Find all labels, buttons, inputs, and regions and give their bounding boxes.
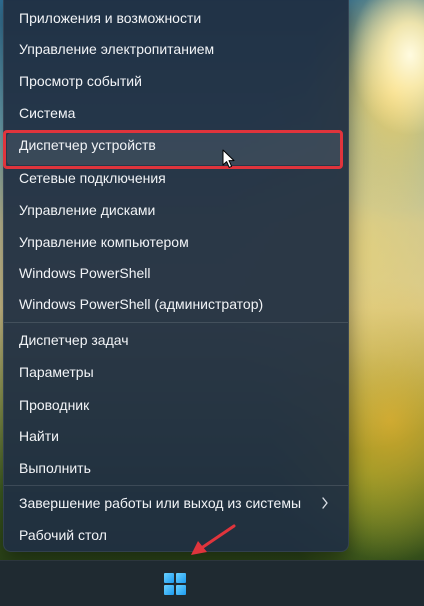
menu-item-label: Система bbox=[19, 105, 76, 121]
menu-item-label: Приложения и возможности bbox=[19, 10, 202, 26]
menu-item-settings[interactable]: Параметры bbox=[4, 357, 348, 387]
menu-item-run[interactable]: Выполнить bbox=[4, 453, 348, 483]
menu-item-apps-and-features[interactable]: Приложения и возможности bbox=[4, 3, 348, 33]
menu-item-task-manager[interactable]: Диспетчер задач bbox=[4, 325, 348, 355]
quick-link-menu: Приложения и возможности Управление элек… bbox=[3, 0, 349, 552]
menu-item-network-connections[interactable]: Сетевые подключения bbox=[4, 163, 348, 193]
menu-item-system[interactable]: Система bbox=[4, 98, 348, 128]
menu-item-search[interactable]: Найти bbox=[4, 421, 348, 451]
menu-item-label: Параметры bbox=[19, 364, 94, 380]
menu-item-computer-management[interactable]: Управление компьютером bbox=[4, 227, 348, 257]
menu-item-label: Рабочий стол bbox=[19, 527, 107, 543]
menu-item-event-viewer[interactable]: Просмотр событий bbox=[4, 66, 348, 96]
menu-item-label: Windows PowerShell (администратор) bbox=[19, 296, 264, 312]
windows-logo-icon bbox=[164, 573, 186, 595]
taskbar bbox=[0, 560, 424, 606]
menu-item-label: Проводник bbox=[19, 397, 90, 413]
menu-item-shut-down-or-sign-out[interactable]: Завершение работы или выход из системы bbox=[4, 488, 348, 518]
menu-item-windows-powershell-admin[interactable]: Windows PowerShell (администратор) bbox=[4, 289, 348, 319]
menu-item-label: Выполнить bbox=[19, 460, 91, 476]
mouse-cursor-icon bbox=[222, 149, 235, 168]
menu-item-label: Windows PowerShell bbox=[19, 265, 151, 281]
menu-item-label: Просмотр событий bbox=[19, 73, 142, 89]
menu-item-windows-powershell[interactable]: Windows PowerShell bbox=[4, 258, 348, 288]
menu-item-label: Диспетчер устройств bbox=[19, 137, 156, 153]
menu-item-label: Найти bbox=[19, 428, 59, 444]
start-button[interactable] bbox=[160, 569, 190, 599]
menu-item-label: Диспетчер задач bbox=[19, 332, 129, 348]
menu-item-label: Сетевые подключения bbox=[19, 170, 166, 186]
menu-item-label: Завершение работы или выход из системы bbox=[19, 495, 302, 511]
menu-divider bbox=[4, 485, 348, 486]
menu-item-label: Управление электропитанием bbox=[19, 41, 215, 57]
annotation-arrow-icon bbox=[191, 524, 236, 555]
menu-item-label: Управление компьютером bbox=[19, 234, 189, 250]
menu-divider bbox=[4, 322, 348, 323]
menu-item-desktop[interactable]: Рабочий стол bbox=[4, 520, 348, 550]
menu-item-power-options[interactable]: Управление электропитанием bbox=[4, 34, 348, 64]
menu-item-label: Управление дисками bbox=[19, 202, 156, 218]
menu-item-disk-management[interactable]: Управление дисками bbox=[4, 195, 348, 225]
menu-item-device-manager[interactable]: Диспетчер устройств bbox=[7, 133, 343, 165]
menu-item-file-explorer[interactable]: Проводник bbox=[4, 390, 348, 420]
